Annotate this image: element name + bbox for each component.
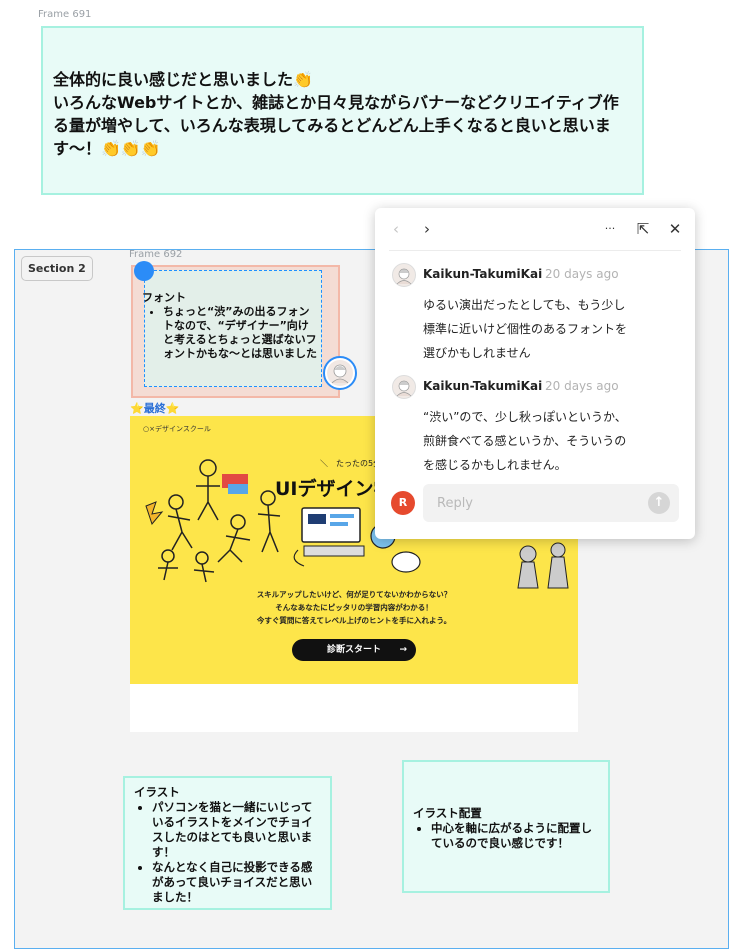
comment-body: ゆるい演出だったとしても、もう少し 標準に近いけど個性のあるフォントを 選びかも…	[423, 293, 653, 365]
collapse-icon[interactable]: ⇱	[634, 220, 652, 238]
current-user-avatar: R	[391, 491, 415, 515]
note-list: パソコンを猫と一緒にいじっているイラストをメインでチョイスしたのはとても良いと思…	[134, 800, 322, 905]
comment-line: 選びかもしれません	[423, 346, 531, 360]
comment-thread-panel[interactable]: ‹ › ··· ⇱ ✕ Kaikun-TakumiKai 20 days ago…	[375, 208, 695, 539]
note-bullet: なんとなく自己に投影できる感があって良いチョイスだと思いました！	[152, 860, 322, 905]
send-reply-button[interactable]: ↑	[648, 492, 670, 514]
comment-line: 煎餅食べてる感というか、そういうの	[423, 434, 627, 448]
banner-copy-line: そんなあなたにピッタリの学習内容がわかる！	[275, 603, 433, 612]
comment-body: “渋い”ので、少し秋っぽいというか、 煎餅食べてる感というか、そういうの を感じ…	[423, 405, 653, 477]
user-avatar-icon	[396, 268, 412, 285]
comment-panel-header: ‹ › ··· ⇱ ✕	[375, 208, 695, 250]
comment-timestamp: 20 days ago	[545, 267, 619, 281]
final-version-label: ⭐最終⭐	[130, 402, 180, 415]
note-line: 全体的に良い感じだと思いました👏	[53, 70, 313, 89]
font-feedback-note[interactable]: フォント ちょっと“渋”みの出るフォントなので、“デザイナー”向けと考えるとちょ…	[142, 270, 322, 387]
selection-handle[interactable]	[134, 261, 154, 281]
comment-line: を感じるかもしれません。	[423, 458, 567, 472]
avatar	[392, 263, 416, 287]
brand-logo: ○×デザインスクール	[143, 425, 211, 433]
note-title: フォント	[142, 291, 186, 304]
chevron-left-icon[interactable]: ‹	[387, 220, 405, 238]
note-line: いろんなWebサイトとか、雑誌とか日々見ながらバナーなどクリエイティブ作る量が増…	[53, 93, 619, 158]
reply-input[interactable]	[437, 484, 637, 522]
reply-box: ↑	[423, 484, 679, 522]
user-avatar-icon	[327, 360, 353, 386]
cta-label: 診断スタート	[326, 645, 381, 655]
arrow-right-icon: →	[399, 645, 407, 655]
comment-author: Kaikun-TakumiKai	[423, 267, 543, 281]
note-title: イラスト配置	[413, 806, 482, 820]
banner-copy: スキルアップしたいけど、何が足りてないかわからない？ そんなあなたにピッタリの学…	[130, 588, 578, 627]
note-title: イラスト	[134, 785, 180, 799]
more-icon[interactable]: ···	[601, 220, 619, 238]
banner-copy-line: スキルアップしたいけど、何が足りてないかわからない？	[256, 590, 452, 599]
comment-author: Kaikun-TakumiKai	[423, 379, 543, 393]
start-diagnosis-button[interactable]: 診断スタート →	[292, 639, 416, 661]
illustration-feedback-note[interactable]: イラスト パソコンを猫と一緒にいじっているイラストをメインでチョイスしたのはとて…	[123, 776, 332, 910]
banner-copy-line: 今すぐ質問に答えてレベル上げのヒントを手に入れよう。	[256, 616, 452, 625]
placement-feedback-note[interactable]: イラスト配置 中心を軸に広がるように配置しているので良い感じです！	[402, 760, 610, 893]
avatar	[392, 375, 416, 399]
divider	[389, 250, 681, 251]
note-list: ちょっと“渋”みの出るフォントなので、“デザイナー”向けと考えるとちょっと選ばな…	[145, 305, 317, 361]
feedback-sticky-note[interactable]: 全体的に良い感じだと思いました👏 いろんなWebサイトとか、雑誌とか日々見ながら…	[41, 26, 644, 195]
comment-line: 標準に近いけど個性のあるフォントを	[423, 322, 628, 336]
comment-pin-avatar[interactable]	[323, 356, 357, 390]
comment-line: ゆるい演出だったとしても、もう少し	[423, 298, 626, 312]
comment-line: “渋い”ので、少し秋っぽいというか、	[423, 410, 627, 424]
note-bullet: パソコンを猫と一緒にいじっているイラストをメインでチョイスしたのはとても良いと思…	[152, 800, 322, 860]
note-bullet: ちょっと“渋”みの出るフォントなので、“デザイナー”向けと考えるとちょっと選ばな…	[163, 305, 317, 361]
chevron-right-icon[interactable]: ›	[418, 220, 436, 238]
close-icon[interactable]: ✕	[666, 220, 684, 238]
note-list: 中心を軸に広がるように配置しているので良い感じです！	[413, 821, 600, 851]
note-bullet: 中心を軸に広がるように配置しているので良い感じです！	[431, 821, 600, 851]
section-label[interactable]: Section 2	[21, 256, 93, 281]
comment-timestamp: 20 days ago	[545, 379, 619, 393]
frame-label[interactable]: Frame 691	[38, 9, 91, 20]
user-avatar-icon	[396, 380, 412, 397]
frame-label[interactable]: Frame 692	[129, 249, 182, 260]
